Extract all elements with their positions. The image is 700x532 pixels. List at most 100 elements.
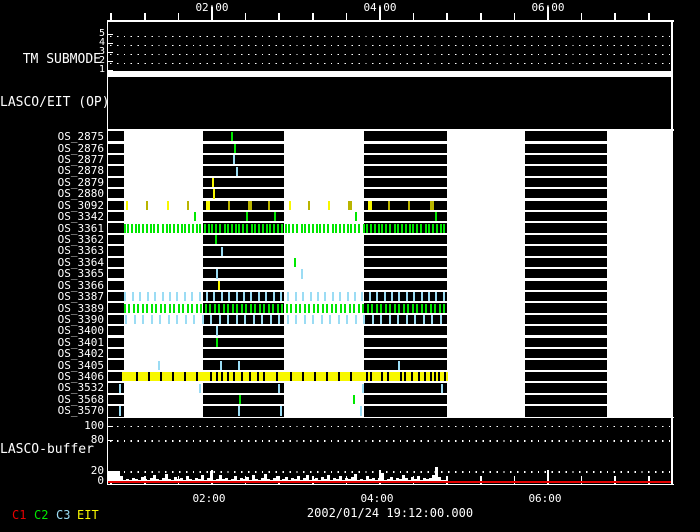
event-tick [344, 303, 347, 313]
tm-dotted-gridline [110, 62, 670, 64]
event-tick [182, 303, 185, 313]
row-separator [525, 369, 607, 372]
schedule-frame-top [106, 129, 674, 131]
event-tick [335, 303, 338, 313]
event-tick [368, 200, 372, 210]
event-tick [254, 223, 257, 233]
event-tick [259, 303, 262, 313]
event-tick [194, 212, 197, 222]
plot-frame-right [671, 20, 673, 485]
event-tick [231, 223, 234, 233]
event-tick [236, 315, 239, 325]
event-tick [146, 223, 149, 233]
event-tick [205, 303, 208, 313]
event-bar-gap [241, 372, 243, 382]
event-tick [176, 292, 179, 302]
event-tick [436, 223, 439, 233]
event-bar-gap [249, 372, 251, 382]
event-tick [354, 292, 357, 302]
event-bar-gap [233, 372, 235, 382]
event-bar-gap [430, 372, 432, 382]
event-tick [270, 315, 273, 325]
event-tick [218, 303, 221, 313]
row-separator [525, 232, 607, 235]
schedule-frame-bottom [106, 416, 674, 419]
event-tick [409, 223, 412, 233]
event-tick [220, 360, 223, 370]
event-tick [378, 223, 381, 233]
event-tick [268, 200, 271, 210]
event-tick [268, 303, 271, 313]
event-tick [206, 200, 210, 210]
event-tick [435, 212, 438, 222]
event-tick [124, 292, 127, 302]
row-separator [364, 255, 447, 258]
event-tick [430, 200, 434, 210]
row-separator [364, 141, 447, 144]
event-tick [319, 223, 322, 233]
event-tick [238, 360, 241, 370]
top-axis-minor-tick [345, 12, 348, 20]
bottom-axis-tick-label: 06:00 [528, 492, 562, 505]
event-tick [408, 200, 411, 210]
event-tick [221, 246, 224, 256]
event-tick [241, 303, 244, 313]
event-tick [371, 303, 374, 313]
event-tick [295, 292, 298, 302]
event-tick [308, 303, 311, 313]
schedule-white-band [607, 130, 671, 417]
event-tick [292, 223, 295, 233]
event-tick [227, 315, 230, 325]
tm-submode-level-bar [108, 70, 671, 77]
event-tick [384, 292, 387, 302]
event-tick [295, 315, 298, 325]
event-tick [214, 303, 217, 313]
row-separator [108, 221, 124, 224]
event-tick [135, 223, 138, 233]
row-separator [525, 358, 607, 361]
event-tick [312, 315, 315, 325]
row-label: OS_2880 [57, 187, 104, 201]
event-tick [389, 223, 392, 233]
row-separator [525, 301, 607, 304]
event-tick [191, 292, 194, 302]
row-separator [203, 164, 284, 167]
top-axis-minor-tick [244, 12, 247, 20]
event-tick [216, 326, 219, 336]
event-tick [358, 223, 361, 233]
event-tick [435, 292, 438, 302]
event-tick [328, 200, 331, 210]
row-separator [108, 244, 124, 247]
event-tick [269, 223, 272, 233]
event-tick [362, 303, 365, 313]
event-tick [381, 223, 384, 233]
buffer-dotted-gridline [110, 471, 670, 473]
row-separator [203, 358, 284, 361]
event-bar-gap [216, 372, 218, 382]
event-tick [227, 223, 230, 233]
event-tick [216, 337, 219, 348]
event-tick [425, 223, 428, 233]
event-bar-gap [210, 372, 212, 382]
row-separator [364, 358, 447, 361]
event-tick [216, 269, 219, 279]
event-bar-gap [302, 372, 304, 382]
event-tick [398, 360, 401, 370]
event-bar-gap [424, 372, 426, 382]
event-tick [211, 223, 214, 233]
event-tick [253, 315, 256, 325]
event-tick [308, 200, 311, 210]
event-tick [416, 223, 419, 233]
row-separator [108, 152, 124, 155]
event-tick [219, 223, 222, 233]
event-tick [423, 315, 426, 325]
event-tick [374, 223, 377, 233]
bottom-axis-line [106, 483, 674, 486]
event-tick [124, 303, 127, 313]
event-tick [127, 223, 130, 233]
row-separator [203, 381, 284, 384]
event-tick [239, 394, 242, 405]
top-axis-minor-tick [614, 12, 616, 20]
event-tick [350, 223, 353, 233]
lasco-eit-op-panel-label: LASCO/EIT (OP) [0, 95, 110, 110]
